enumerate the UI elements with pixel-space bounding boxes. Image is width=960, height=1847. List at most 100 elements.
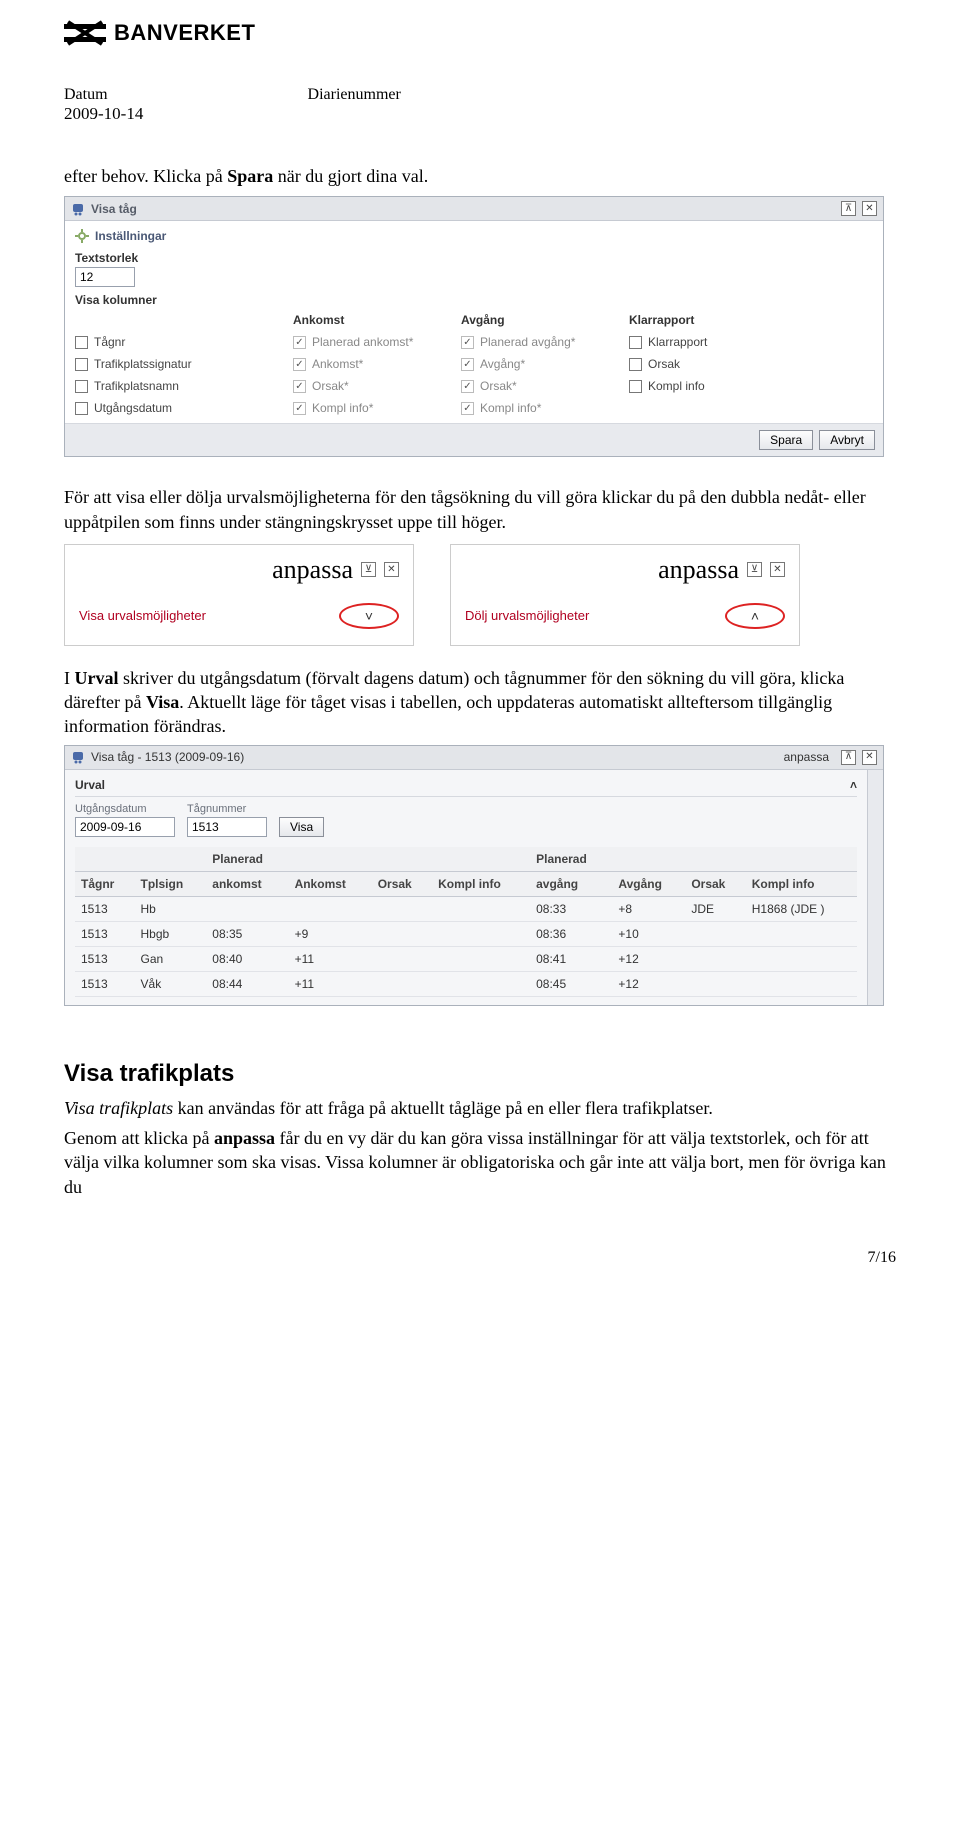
table-cell: [746, 971, 857, 996]
checkbox-orsak-: Orsak*: [461, 379, 601, 393]
expand-icon[interactable]: ⊻: [747, 562, 762, 577]
checkbox-box: [293, 358, 306, 371]
table-cell: JDE: [685, 896, 745, 921]
checkbox-box: [461, 402, 474, 415]
table-cell: 08:33: [530, 896, 612, 921]
train-icon: [71, 202, 85, 216]
checkbox-orsak[interactable]: Orsak: [629, 357, 789, 371]
col-header[interactable]: Ankomst: [289, 871, 372, 896]
col-supheader: [746, 847, 857, 872]
col-header[interactable]: Tplsign: [135, 871, 207, 896]
minimize-icon[interactable]: ⊼: [841, 201, 856, 216]
checkbox-utg-ngsdatum[interactable]: Utgångsdatum: [75, 401, 265, 415]
train-panel-title: Visa tåg - 1513 (2009-09-16): [91, 750, 244, 764]
col-header[interactable]: Kompl info: [746, 871, 857, 896]
checkbox-box: [293, 402, 306, 415]
checkbox-trafikplatsnamn[interactable]: Trafikplatsnamn: [75, 379, 265, 393]
paragraph-1: efter behov. Klicka på Spara när du gjor…: [64, 164, 896, 188]
checkbox-label: Kompl info*: [480, 401, 541, 415]
paragraph-4: Visa trafikplats kan användas för att fr…: [64, 1096, 896, 1120]
table-cell: +10: [612, 921, 685, 946]
rail-cross-icon: [64, 20, 106, 46]
close-icon[interactable]: ✕: [384, 562, 399, 577]
table-cell: H1868 (JDE ): [746, 896, 857, 921]
table-cell: [372, 896, 432, 921]
checkbox-avg-ng-: Avgång*: [461, 357, 601, 371]
chevron-up-icon[interactable]: ˄: [850, 778, 857, 792]
table-cell: 1513: [75, 946, 135, 971]
expand-icon[interactable]: ⊻: [361, 562, 376, 577]
close-icon[interactable]: ✕: [862, 750, 877, 765]
save-button[interactable]: Spara: [759, 430, 813, 450]
table-cell: +11: [289, 946, 372, 971]
meta-diary-label: Diarienummer: [308, 86, 401, 104]
checkbox-orsak-: Orsak*: [293, 379, 433, 393]
checkbox-kompl-info[interactable]: Kompl info: [629, 379, 789, 393]
table-cell: Gan: [135, 946, 207, 971]
table-cell: +8: [612, 896, 685, 921]
table-cell: 08:40: [206, 946, 288, 971]
checkbox-box: [75, 380, 88, 393]
checkbox-box: [293, 336, 306, 349]
table-cell: 08:41: [530, 946, 612, 971]
spara-word: Spara: [227, 166, 273, 186]
meta-date-value: 2009-10-14: [64, 104, 896, 124]
table-row: 1513Gan08:40+11 08:41+12: [75, 946, 857, 971]
table-cell: [432, 946, 530, 971]
col-header[interactable]: ankomst: [206, 871, 288, 896]
table-cell: 1513: [75, 896, 135, 921]
paragraph-2: För att visa eller dölja urvalsmöjlighet…: [64, 485, 896, 534]
train-data-table: PlaneradPlaneradTågnrTplsignankomstAnkom…: [75, 847, 857, 997]
table-cell: [685, 921, 745, 946]
checkbox-box: [75, 336, 88, 349]
col-header[interactable]: avgång: [530, 871, 612, 896]
col-header[interactable]: Tågnr: [75, 871, 135, 896]
section-heading-visa-trafikplats: Visa trafikplats: [64, 1060, 896, 1088]
column-header: Avgång: [461, 313, 601, 327]
table-cell: [432, 921, 530, 946]
minimize-icon[interactable]: ⊼: [841, 750, 856, 765]
column-header: [75, 313, 265, 327]
close-icon[interactable]: ✕: [770, 562, 785, 577]
table-cell: Hb: [135, 896, 207, 921]
urval-heading: Urval: [75, 778, 105, 792]
checkbox-label: Planerad ankomst*: [312, 335, 413, 349]
table-cell: Hbgb: [135, 921, 207, 946]
hide-urval-label: Dölj urvalsmöjligheter: [465, 608, 589, 623]
table-cell: 08:44: [206, 971, 288, 996]
col-supheader: Planerad: [530, 847, 612, 872]
panel-title: Visa tåg: [91, 202, 137, 216]
col-supheader: [135, 847, 207, 872]
table-cell: 1513: [75, 971, 135, 996]
col-header[interactable]: Avgång: [612, 871, 685, 896]
checkbox-ankomst-: Ankomst*: [293, 357, 433, 371]
scrollbar[interactable]: [867, 770, 883, 1005]
close-icon[interactable]: ✕: [862, 201, 877, 216]
col-supheader: [75, 847, 135, 872]
checkbox-label: Kompl info: [648, 379, 705, 393]
table-cell: +9: [289, 921, 372, 946]
col-header[interactable]: Kompl info: [432, 871, 530, 896]
table-cell: [372, 921, 432, 946]
checkbox-trafikplatssignatur[interactable]: Trafikplatssignatur: [75, 357, 265, 371]
checkbox-kompl-info-: Kompl info*: [293, 401, 433, 415]
checkbox-box: [461, 358, 474, 371]
textsize-input[interactable]: [75, 267, 135, 287]
date-input[interactable]: [75, 817, 175, 837]
visa-button[interactable]: Visa: [279, 817, 324, 837]
cancel-button[interactable]: Avbryt: [819, 430, 875, 450]
textsize-label: Textstorlek: [75, 251, 873, 265]
checkbox-klarrapport[interactable]: Klarrapport: [629, 335, 789, 349]
checkbox-box: [293, 380, 306, 393]
col-header[interactable]: Orsak: [685, 871, 745, 896]
checkbox-label: Kompl info*: [312, 401, 373, 415]
columns-grid: AnkomstAvgångKlarrapportTågnrPlanerad an…: [75, 313, 873, 415]
checkbox-t-gnr[interactable]: Tågnr: [75, 335, 265, 349]
panel-titlebar: Visa tåg ⊼ ✕: [65, 197, 883, 221]
checkbox-label: Klarrapport: [648, 335, 707, 349]
settings-heading: Inställningar: [95, 229, 166, 243]
train-input[interactable]: [187, 817, 267, 837]
anpassa-link[interactable]: anpassa: [784, 750, 829, 764]
col-header[interactable]: Orsak: [372, 871, 432, 896]
table-cell: +12: [612, 946, 685, 971]
